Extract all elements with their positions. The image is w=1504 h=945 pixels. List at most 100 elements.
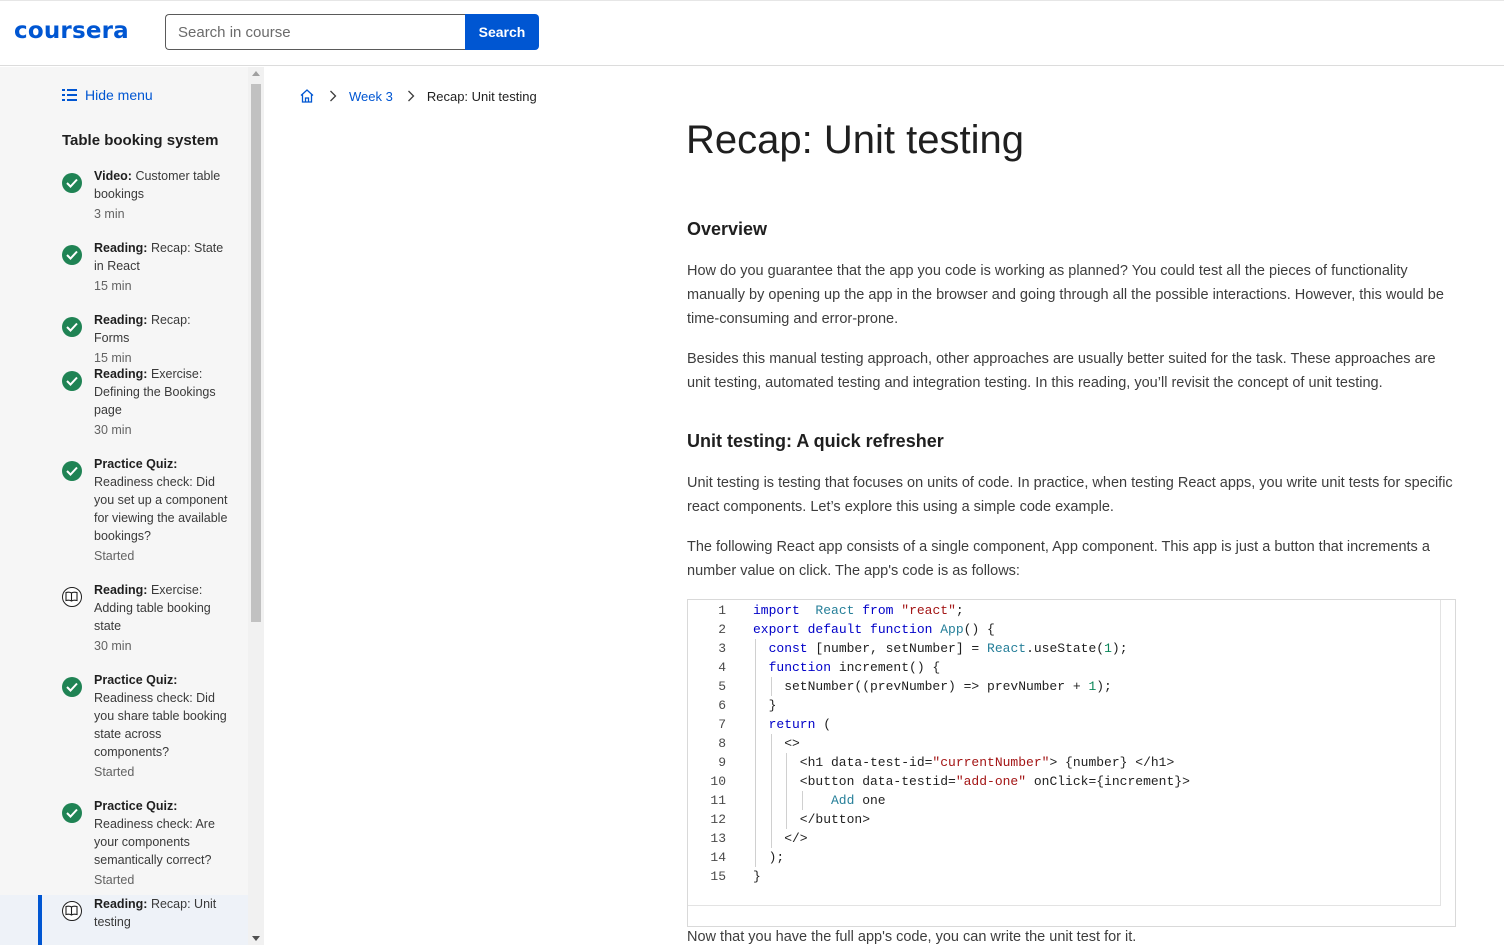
coursera-logo[interactable]: coursera [14, 18, 129, 44]
sidebar-item[interactable]: Reading: Recap: Unit testing [0, 895, 248, 945]
code-line: 15} [688, 867, 1438, 886]
sidebar-item[interactable]: Video: Customer table bookings 3 min [0, 167, 248, 237]
sidebar-item-type: Practice Quiz: [94, 457, 178, 471]
code-line: 1 import React from "react"; [688, 601, 1438, 620]
sidebar-item-text: Practice Quiz: Readiness check: Are your… [94, 797, 229, 889]
home-icon[interactable] [299, 88, 315, 104]
indent-guide [755, 810, 756, 829]
top-header: coursera Search [0, 0, 1504, 66]
code-token: ); [768, 850, 785, 865]
scroll-down-arrow-icon[interactable] [252, 936, 260, 941]
indent-guide [786, 791, 788, 810]
module-title: Table booking system [62, 132, 219, 149]
sidebar-item-title: Readiness check: Did you set up a compon… [94, 475, 228, 543]
code-text: </> [784, 829, 807, 848]
sidebar-item[interactable]: Practice Quiz: Readiness check: Did you … [0, 671, 248, 779]
indent-guide [770, 829, 772, 848]
sidebar-item-meta: 30 min [94, 423, 132, 437]
line-number: 8 [718, 736, 726, 751]
sidebar-item-title: Readiness check: Did you share table boo… [94, 691, 227, 759]
sidebar-item-meta: Started [94, 765, 135, 779]
line-number: 10 [710, 774, 726, 789]
sidebar-item-title: Readiness check: Are your components sem… [94, 817, 215, 867]
sidebar-item-meta: Started [94, 549, 135, 563]
code-text: return ( [769, 715, 831, 734]
check-circle-icon [62, 371, 82, 391]
scroll-thumb[interactable] [251, 84, 261, 622]
code-token: "currentNumber" [932, 755, 1050, 770]
sidebar-item[interactable]: Reading: Exercise: Defining the Bookings… [0, 365, 248, 437]
chevron-right-icon [407, 90, 415, 102]
code-token: return [768, 717, 816, 732]
search-input[interactable] [165, 14, 465, 50]
code-token: ; [955, 603, 964, 618]
unit-testing-paragraph-1: Unit testing is testing that focuses on … [687, 475, 1453, 515]
code-token: </button> [799, 812, 871, 827]
sidebar-item-meta: 15 min [94, 279, 132, 293]
sidebar-scrollbar[interactable] [248, 67, 264, 945]
sidebar-item[interactable]: Reading: Exercise: Adding table booking … [0, 581, 248, 653]
code-editor[interactable]: 1 import React from "react"; 2 export defau… [688, 600, 1441, 906]
course-search: Search [165, 14, 539, 50]
sidebar-item-type: Practice Quiz: [94, 799, 178, 813]
code-line: 11 Add one [688, 791, 1438, 810]
indent-guide [755, 772, 756, 791]
code-token: React [815, 603, 855, 618]
sidebar-item[interactable]: Practice Quiz: Readiness check: Did you … [0, 455, 248, 563]
indent-guide [770, 753, 772, 772]
sidebar-item-type: Practice Quiz: [94, 673, 178, 687]
check-circle-icon [62, 803, 82, 823]
sidebar-item[interactable]: Practice Quiz: Readiness check: Are your… [0, 797, 248, 887]
code-token: increment() { [831, 660, 941, 675]
code-token: React [987, 641, 1027, 656]
sidebar-item[interactable]: Reading: Recap: State in React 15 min [0, 239, 248, 309]
code-token: import [753, 603, 800, 618]
indent-guide [755, 734, 756, 753]
line-number: 4 [718, 660, 726, 675]
check-circle-icon [62, 245, 82, 265]
code-text: Add one [831, 791, 886, 810]
sidebar-item-type: Video: [94, 169, 132, 183]
overview-heading: Overview [687, 219, 768, 239]
chevron-right-icon [329, 90, 337, 102]
sidebar-item-text: Reading: Recap: Unit testing [94, 895, 229, 931]
breadcrumb-week[interactable]: Week 3 [349, 89, 393, 104]
code-token: one [854, 793, 886, 808]
book-icon [62, 901, 82, 921]
indent-guide [801, 791, 803, 810]
indent-guide [770, 791, 772, 810]
code-block[interactable]: 1 import React from "react"; 2 export defau… [687, 599, 1456, 927]
indent-guide [786, 772, 788, 791]
code-text: </button> [800, 810, 870, 829]
line-number: 3 [718, 641, 726, 656]
line-number: 15 [710, 869, 726, 884]
check-circle-icon [62, 461, 82, 481]
code-token: Add [831, 793, 855, 808]
unit-testing-paragraph-2: The following React app consists of a si… [687, 539, 1430, 579]
sidebar-item-type: Reading: [94, 313, 148, 327]
code-text: import React from "react"; [753, 601, 964, 620]
indent-guide [770, 734, 772, 753]
code-line: 14); [688, 848, 1438, 867]
code-text: export default function App() { [753, 620, 995, 639]
code-text: <button data-testid="add-one" onClick={i… [800, 772, 1190, 791]
line-number: 5 [718, 679, 726, 694]
code-token: "react" [901, 603, 956, 618]
sidebar-item-text: Reading: Recap: State in React 15 min [94, 239, 229, 295]
indent-guide [755, 848, 756, 867]
line-number: 9 [718, 755, 726, 770]
scroll-up-arrow-icon[interactable] [252, 71, 260, 76]
code-token: App [940, 622, 964, 637]
code-token: </> [784, 831, 808, 846]
code-line: 4 function increment() { [688, 658, 1438, 677]
code-text: } [753, 867, 761, 886]
sidebar-item-text: Video: Customer table bookings 3 min [94, 167, 229, 223]
hide-menu-label: Hide menu [85, 87, 153, 103]
indent-guide [755, 639, 756, 658]
code-token: onClick={increment}> [1026, 774, 1190, 789]
code-token: ); [1111, 641, 1128, 656]
code-token: } [753, 869, 761, 884]
search-button[interactable]: Search [465, 14, 539, 50]
hide-menu-button[interactable]: Hide menu [62, 87, 153, 103]
